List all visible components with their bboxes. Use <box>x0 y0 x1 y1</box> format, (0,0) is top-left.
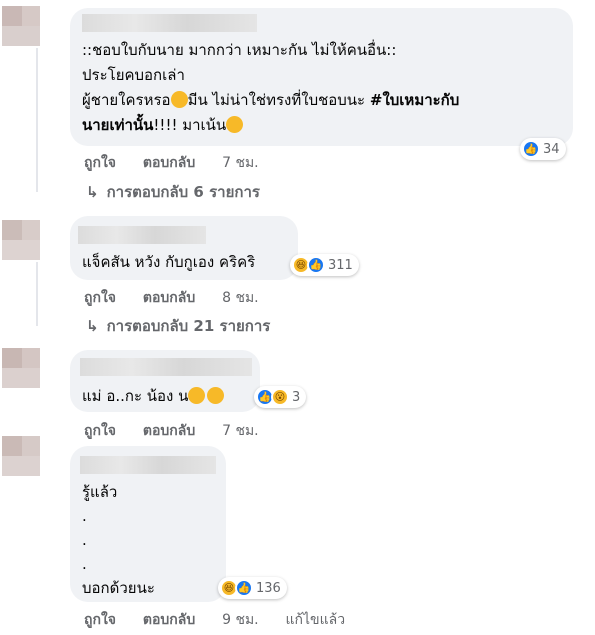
like-button[interactable]: ถูกใจ <box>84 290 116 306</box>
like-icon: 👍 <box>522 140 540 158</box>
reply-arrow-icon: ↳ <box>86 183 99 201</box>
comment-actions: ถูกใจ ตอบกลับ 7 ชม. <box>84 420 281 442</box>
reply-button[interactable]: ตอบกลับ <box>143 155 195 171</box>
reply-arrow-icon: ↳ <box>86 317 99 335</box>
reaction-summary[interactable]: 😆 👍 311 <box>290 254 359 276</box>
thread-line <box>36 48 38 192</box>
commenter-name[interactable] <box>82 14 257 32</box>
view-replies-link[interactable]: ↳ การตอบกลับ 6 รายการ <box>86 180 260 204</box>
like-button[interactable]: ถูกใจ <box>84 612 116 628</box>
reaction-summary[interactable]: 😆 👍 136 <box>218 577 287 599</box>
thread-line <box>36 262 38 326</box>
commenter-name[interactable] <box>80 358 252 376</box>
reply-button[interactable]: ตอบกลับ <box>143 423 195 439</box>
reaction-summary[interactable]: 👍 😮 3 <box>254 386 307 408</box>
reaction-summary[interactable]: 👍 34 <box>520 138 566 160</box>
avatar[interactable] <box>2 220 40 260</box>
reply-button[interactable]: ตอบกลับ <box>143 612 195 628</box>
hashtag-link[interactable]: #ใบเหมาะกับ <box>370 91 459 109</box>
wow-icon: 😮 <box>271 388 289 406</box>
avatar[interactable] <box>2 436 40 476</box>
timestamp[interactable]: 9 ชม. <box>222 612 259 628</box>
edited-label[interactable]: แก้ไขแล้ว <box>286 612 346 628</box>
reply-button[interactable]: ตอบกลับ <box>143 290 195 306</box>
commenter-name[interactable] <box>80 456 216 474</box>
like-button[interactable]: ถูกใจ <box>84 155 116 171</box>
view-replies-link[interactable]: ↳ การตอบกลับ 21 รายการ <box>86 314 270 338</box>
grin-emoji-icon <box>188 387 206 404</box>
comment-actions: ถูกใจ ตอบกลับ 9 ชม. แก้ไขแล้ว <box>84 609 367 631</box>
rofl-emoji-icon <box>223 113 246 136</box>
comment-actions: ถูกใจ ตอบกลับ 7 ชม. <box>84 152 281 174</box>
timestamp[interactable]: 7 ชม. <box>222 423 259 439</box>
comment-text: ::ชอบใบกับนาย มากกว่า เหมาะกัน ไม่ให้คนอ… <box>82 41 460 136</box>
like-icon: 👍 <box>235 579 253 597</box>
avatar[interactable] <box>2 6 40 46</box>
avatar[interactable] <box>2 348 40 388</box>
comment-text: รู้แล้ว . . . บอกด้วยนะ <box>82 483 155 597</box>
grin-emoji-icon <box>207 387 225 404</box>
hashtag-link[interactable]: นายเท่านั้น <box>82 116 153 134</box>
timestamp[interactable]: 8 ชม. <box>222 290 259 306</box>
commenter-name[interactable] <box>78 226 206 244</box>
comment-text: แจ็คสัน หวัง กับกูเอง คริคริ <box>82 253 256 271</box>
timestamp[interactable]: 7 ชม. <box>222 155 259 171</box>
like-button[interactable]: ถูกใจ <box>84 423 116 439</box>
comment-text: แม่ อ..กะ น้อง น <box>82 384 225 409</box>
grin-emoji-icon <box>170 91 188 108</box>
comment-actions: ถูกใจ ตอบกลับ 8 ชม. <box>84 287 281 309</box>
like-icon: 👍 <box>307 256 325 274</box>
